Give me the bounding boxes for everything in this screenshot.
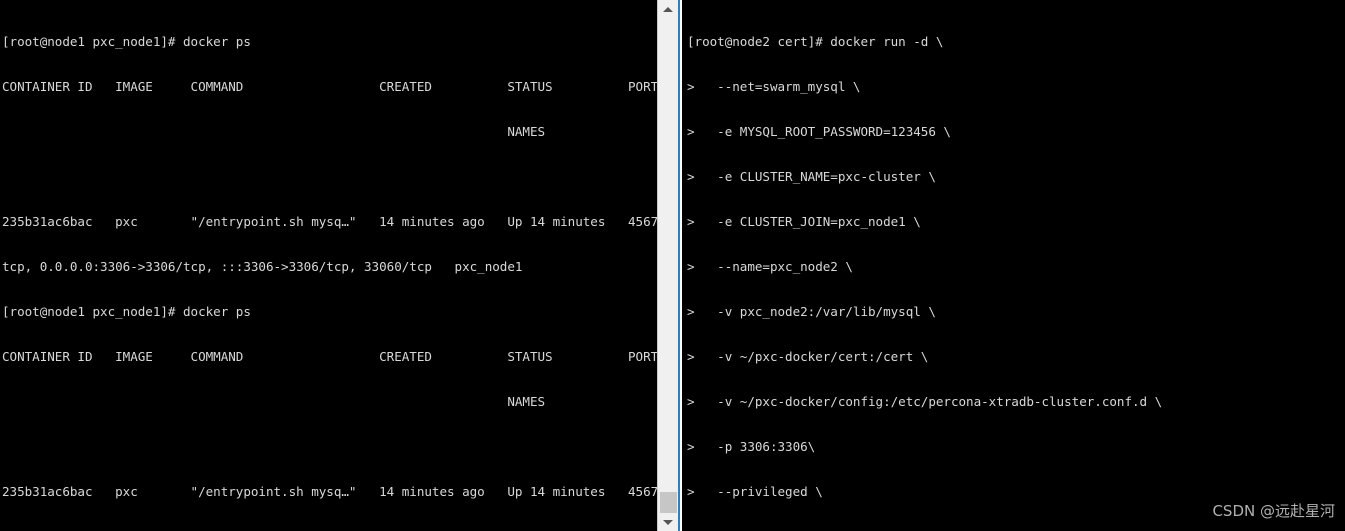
terminal-line: > -e MYSQL_ROOT_PASSWORD=123456 \ [687, 124, 951, 139]
terminal-line: NAMES [2, 394, 546, 409]
watermark: CSDN @远赴星河 [1212, 502, 1335, 520]
left-terminal-pane[interactable]: [root@node1 pxc_node1]# docker ps CONTAI… [0, 0, 657, 531]
terminal-line: > --net=swarm_mysql \ [687, 79, 861, 94]
terminal-line: 235b31ac6bac pxc "/entrypoint.sh mysq…" … [2, 484, 657, 499]
scroll-up-icon[interactable] [658, 0, 678, 18]
terminal-line: > --name=pxc_node2 \ [687, 259, 853, 274]
terminal-line: > -v ~/pxc-docker/config:/etc/percona-xt… [687, 394, 1163, 409]
left-terminal-output: [root@node1 pxc_node1]# docker ps CONTAI… [0, 0, 657, 531]
terminal-line: [root@node1 pxc_node1]# docker ps [2, 34, 251, 49]
chevron-down-icon [663, 519, 673, 525]
terminal-line: > -v pxc_node2:/var/lib/mysql \ [687, 304, 936, 319]
terminal-line: > -p 3306:3306\ [687, 439, 816, 454]
scrollbar-thumb[interactable] [660, 492, 677, 513]
terminal-line: NAMES [2, 124, 546, 139]
right-terminal-output: [root@node2 cert]# docker run -d \ > --n… [682, 0, 1345, 531]
terminal-line: [root@node2 cert]# docker run -d \ [687, 34, 944, 49]
terminal-line: > -e CLUSTER_JOIN=pxc_node1 \ [687, 214, 921, 229]
terminal-screenshot: [root@node1 pxc_node1]# docker ps CONTAI… [0, 0, 1345, 531]
scroll-down-icon[interactable] [658, 513, 678, 531]
terminal-line: tcp, 0.0.0.0:3306->3306/tcp, :::3306->33… [2, 259, 523, 274]
terminal-line: > -e CLUSTER_NAME=pxc-cluster \ [687, 169, 936, 184]
terminal-line: > -v ~/pxc-docker/cert:/cert \ [687, 349, 929, 364]
vertical-scrollbar[interactable] [657, 0, 678, 531]
terminal-line: [root@node1 pxc_node1]# docker ps [2, 304, 251, 319]
terminal-line: CONTAINER ID IMAGE COMMAND CREATED STATU… [2, 349, 657, 364]
terminal-line: 235b31ac6bac pxc "/entrypoint.sh mysq…" … [2, 214, 657, 229]
chevron-up-icon [663, 6, 673, 12]
terminal-line: CONTAINER ID IMAGE COMMAND CREATED STATU… [2, 79, 657, 94]
right-terminal-pane[interactable]: [root@node2 cert]# docker run -d \ > --n… [682, 0, 1345, 531]
terminal-line: > --privileged \ [687, 484, 823, 499]
